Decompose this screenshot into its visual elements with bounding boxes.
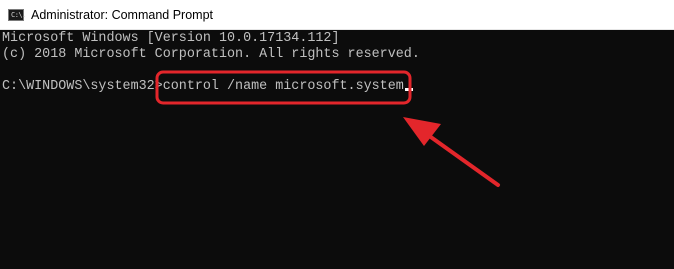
title-bar[interactable]: C:\. Administrator: Command Prompt [0, 0, 674, 30]
command-line[interactable]: C:\WINDOWS\system32>control /name micros… [2, 79, 674, 95]
text-cursor [404, 88, 413, 91]
window-title: Administrator: Command Prompt [31, 7, 214, 22]
command-prompt-window: C:\. Administrator: Command Prompt Micro… [0, 0, 674, 269]
console-output[interactable]: Microsoft Windows [Version 10.0.17134.11… [0, 30, 674, 269]
prompt-path: C:\WINDOWS\system32> [2, 79, 163, 94]
console-line-version: Microsoft Windows [Version 10.0.17134.11… [2, 31, 340, 46]
console-line-copyright: (c) 2018 Microsoft Corporation. All righ… [2, 47, 420, 62]
command-prompt-icon: C:\. [8, 8, 26, 21]
typed-command[interactable]: control /name microsoft.system [163, 79, 404, 94]
